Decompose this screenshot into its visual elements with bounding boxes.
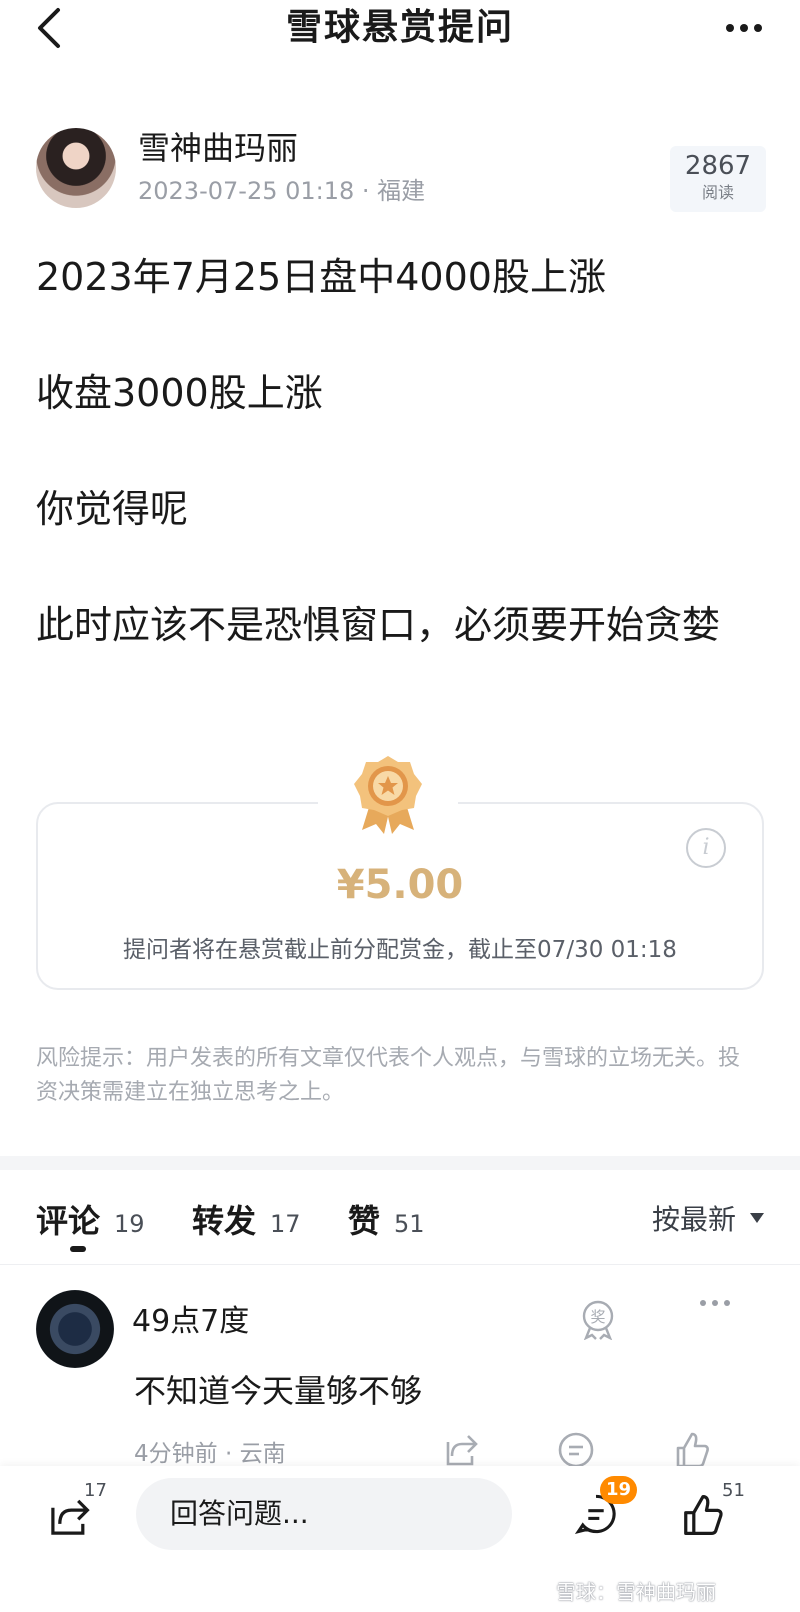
post-paragraph: 此时应该不是恐惧窗口，必须要开始贪婪 [36, 603, 721, 647]
more-dot-icon [754, 24, 762, 32]
answer-input[interactable]: 回答问题... [136, 1478, 512, 1550]
share-icon [446, 1435, 478, 1466]
commenter-name[interactable]: 49点7度 [132, 1296, 249, 1340]
comment-item: 49点7度 奖 不知道今天量够不够 4分钟前 · 云南 [36, 1290, 764, 1470]
like-button[interactable] [680, 1492, 726, 1538]
more-options-button[interactable] [720, 6, 768, 50]
commenter-avatar[interactable] [36, 1290, 114, 1368]
thumbs-up-icon [676, 1432, 709, 1468]
comment-reply-button[interactable] [556, 1430, 596, 1470]
tab-likes[interactable]: 赞 51 [348, 1196, 425, 1242]
post-paragraph: 你觉得呢 [36, 487, 189, 531]
tab-comments[interactable]: 评论 19 [36, 1196, 145, 1242]
section-divider [0, 1156, 800, 1170]
more-dot-icon [740, 24, 748, 32]
comment-share-button[interactable] [440, 1430, 480, 1470]
tab-label: 转发 [192, 1202, 257, 1240]
more-dot-icon [724, 1300, 730, 1306]
award-icon: 奖 [582, 1300, 614, 1341]
tabs-divider [0, 1264, 800, 1265]
comment-count-badge: 19 [600, 1476, 638, 1504]
risk-disclaimer: 风险提示：用户发表的所有文章仅代表个人观点，与雪球的立场无关。投资决策需建立在独… [36, 1046, 741, 1105]
read-count-badge: 2867 阅读 [670, 146, 766, 212]
author-name[interactable]: 雪神曲玛丽 [138, 128, 298, 168]
comment-tabs: 评论 19 转发 17 赞 51 按最新 [36, 1196, 764, 1256]
top-nav-bar: 雪球悬赏提问 [0, 0, 800, 60]
reward-medal [318, 752, 458, 842]
read-count: 2867 [684, 151, 752, 181]
post-paragraph: 2023年7月25日盘中4000股上涨 [36, 255, 606, 299]
author-avatar[interactable] [36, 128, 116, 208]
sort-dropdown[interactable]: 按最新 [652, 1198, 764, 1238]
comment-meta: 4分钟前 · 云南 [134, 1441, 286, 1467]
like-count: 51 [722, 1480, 745, 1501]
sort-label: 按最新 [651, 1203, 736, 1236]
caret-down-icon [750, 1213, 764, 1223]
tab-count: 51 [394, 1210, 425, 1238]
post-meta: 2023-07-25 01:18 · 福建 [138, 177, 426, 205]
svg-text:奖: 奖 [590, 1308, 605, 1326]
tab-label: 评论 [36, 1202, 101, 1240]
comment-icon [558, 1432, 594, 1468]
thumbs-up-icon [684, 1494, 723, 1536]
medal-icon [354, 756, 422, 834]
active-tab-indicator [70, 1246, 86, 1252]
watermark: 雪球：雪神曲玛丽 [556, 1580, 716, 1604]
reward-description: 提问者将在悬赏截止前分配赏金，截止至07/30 01:18 [123, 937, 677, 963]
post-content: 2023年7月25日盘中4000股上涨 收盘3000股上涨 你觉得呢 此时应该不… [36, 244, 766, 708]
more-dot-icon [700, 1300, 706, 1306]
bottom-action-bar: 17 回答问题... 19 51 雪球：雪神曲玛丽 [0, 1466, 800, 1612]
more-dot-icon [712, 1300, 718, 1306]
read-label: 阅读 [701, 183, 734, 202]
repost-count: 17 [84, 1480, 107, 1501]
reward-comment-button[interactable]: 奖 [580, 1300, 616, 1341]
reward-amount: ¥5.00 [336, 862, 464, 908]
page-title: 雪球悬赏提问 [285, 7, 514, 48]
comment-text: 不知道今天量够不够 [134, 1372, 423, 1410]
tab-label: 赞 [348, 1202, 381, 1240]
tab-reposts[interactable]: 转发 17 [192, 1196, 301, 1242]
comment-more-button[interactable] [700, 1300, 730, 1306]
tab-count: 19 [114, 1210, 145, 1238]
comment-like-button[interactable] [672, 1430, 712, 1470]
more-dot-icon [726, 24, 734, 32]
repost-button[interactable] [46, 1494, 106, 1544]
author-row: 雪神曲玛丽 2023-07-25 01:18 · 福建 2867 阅读 [36, 128, 766, 212]
tab-count: 17 [270, 1210, 301, 1238]
post-paragraph: 收盘3000股上涨 [36, 371, 323, 415]
